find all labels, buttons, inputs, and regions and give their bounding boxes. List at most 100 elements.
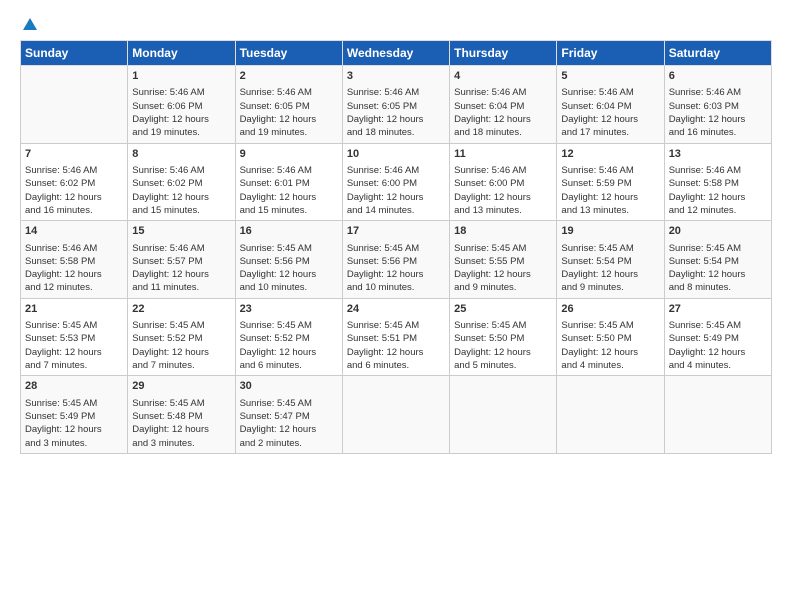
cell-line: Sunrise: 5:46 AM bbox=[669, 86, 767, 99]
calendar-cell: 24Sunrise: 5:45 AMSunset: 5:51 PMDayligh… bbox=[342, 298, 449, 376]
cell-line: Daylight: 12 hours bbox=[25, 268, 123, 281]
calendar-cell: 3Sunrise: 5:46 AMSunset: 6:05 PMDaylight… bbox=[342, 66, 449, 144]
cell-line: Sunset: 5:51 PM bbox=[347, 332, 445, 345]
cell-line: Sunrise: 5:46 AM bbox=[132, 164, 230, 177]
cell-line: Daylight: 12 hours bbox=[132, 346, 230, 359]
cell-line: Sunset: 5:55 PM bbox=[454, 255, 552, 268]
calendar-cell bbox=[557, 376, 664, 454]
cell-line: Daylight: 12 hours bbox=[561, 268, 659, 281]
cell-line: Daylight: 12 hours bbox=[25, 346, 123, 359]
calendar-cell: 1Sunrise: 5:46 AMSunset: 6:06 PMDaylight… bbox=[128, 66, 235, 144]
page: SundayMondayTuesdayWednesdayThursdayFrid… bbox=[0, 0, 792, 612]
cell-line: Sunset: 5:57 PM bbox=[132, 255, 230, 268]
calendar-cell: 15Sunrise: 5:46 AMSunset: 5:57 PMDayligh… bbox=[128, 221, 235, 299]
cell-line: Sunrise: 5:46 AM bbox=[454, 86, 552, 99]
cell-line: Daylight: 12 hours bbox=[132, 113, 230, 126]
header-cell-sunday: Sunday bbox=[21, 41, 128, 66]
cell-line: Sunrise: 5:45 AM bbox=[669, 319, 767, 332]
calendar-cell: 19Sunrise: 5:45 AMSunset: 5:54 PMDayligh… bbox=[557, 221, 664, 299]
week-row-1: 1Sunrise: 5:46 AMSunset: 6:06 PMDaylight… bbox=[21, 66, 772, 144]
cell-line: and 7 minutes. bbox=[25, 359, 123, 372]
calendar-cell: 25Sunrise: 5:45 AMSunset: 5:50 PMDayligh… bbox=[450, 298, 557, 376]
cell-line: Sunrise: 5:46 AM bbox=[25, 164, 123, 177]
cell-line: and 9 minutes. bbox=[561, 281, 659, 294]
cell-line: Sunset: 5:48 PM bbox=[132, 410, 230, 423]
day-number: 13 bbox=[669, 147, 767, 162]
cell-line: Sunset: 6:05 PM bbox=[347, 100, 445, 113]
cell-line: Sunrise: 5:46 AM bbox=[347, 86, 445, 99]
cell-line: and 16 minutes. bbox=[25, 204, 123, 217]
cell-line: and 18 minutes. bbox=[347, 126, 445, 139]
cell-line: Daylight: 12 hours bbox=[25, 423, 123, 436]
day-number: 21 bbox=[25, 302, 123, 317]
cell-line: Sunset: 5:49 PM bbox=[25, 410, 123, 423]
cell-line: Daylight: 12 hours bbox=[240, 113, 338, 126]
cell-line: Daylight: 12 hours bbox=[240, 268, 338, 281]
cell-line: Daylight: 12 hours bbox=[454, 191, 552, 204]
cell-line: and 15 minutes. bbox=[240, 204, 338, 217]
day-number: 10 bbox=[347, 147, 445, 162]
cell-line: Sunset: 6:00 PM bbox=[454, 177, 552, 190]
cell-line: Sunrise: 5:45 AM bbox=[347, 242, 445, 255]
cell-line: Sunset: 6:04 PM bbox=[561, 100, 659, 113]
cell-line: and 6 minutes. bbox=[347, 359, 445, 372]
cell-line: and 13 minutes. bbox=[561, 204, 659, 217]
cell-line: Sunset: 5:58 PM bbox=[669, 177, 767, 190]
cell-line: and 4 minutes. bbox=[669, 359, 767, 372]
calendar-cell: 8Sunrise: 5:46 AMSunset: 6:02 PMDaylight… bbox=[128, 143, 235, 221]
cell-line: Sunrise: 5:45 AM bbox=[240, 319, 338, 332]
week-row-4: 21Sunrise: 5:45 AMSunset: 5:53 PMDayligh… bbox=[21, 298, 772, 376]
day-number: 12 bbox=[561, 147, 659, 162]
day-number: 20 bbox=[669, 224, 767, 239]
cell-line: and 7 minutes. bbox=[132, 359, 230, 372]
cell-line: Sunrise: 5:46 AM bbox=[561, 164, 659, 177]
cell-line: and 3 minutes. bbox=[25, 437, 123, 450]
cell-line: Sunrise: 5:45 AM bbox=[240, 242, 338, 255]
cell-line: Sunrise: 5:46 AM bbox=[454, 164, 552, 177]
calendar-cell: 9Sunrise: 5:46 AMSunset: 6:01 PMDaylight… bbox=[235, 143, 342, 221]
cell-line: Sunrise: 5:45 AM bbox=[454, 242, 552, 255]
day-number: 28 bbox=[25, 379, 123, 394]
day-number: 6 bbox=[669, 69, 767, 84]
cell-line: and 19 minutes. bbox=[240, 126, 338, 139]
cell-line: Daylight: 12 hours bbox=[347, 346, 445, 359]
week-row-2: 7Sunrise: 5:46 AMSunset: 6:02 PMDaylight… bbox=[21, 143, 772, 221]
calendar-table: SundayMondayTuesdayWednesdayThursdayFrid… bbox=[20, 40, 772, 454]
day-number: 22 bbox=[132, 302, 230, 317]
day-number: 3 bbox=[347, 69, 445, 84]
cell-line: and 14 minutes. bbox=[347, 204, 445, 217]
cell-line: and 5 minutes. bbox=[454, 359, 552, 372]
calendar-cell bbox=[450, 376, 557, 454]
cell-line: Sunrise: 5:46 AM bbox=[561, 86, 659, 99]
cell-line: Daylight: 12 hours bbox=[454, 346, 552, 359]
day-number: 23 bbox=[240, 302, 338, 317]
cell-line: and 10 minutes. bbox=[347, 281, 445, 294]
cell-line: Daylight: 12 hours bbox=[240, 423, 338, 436]
cell-line: Daylight: 12 hours bbox=[669, 346, 767, 359]
cell-line: Sunset: 6:01 PM bbox=[240, 177, 338, 190]
logo-icon bbox=[21, 16, 39, 34]
day-number: 11 bbox=[454, 147, 552, 162]
cell-line: and 6 minutes. bbox=[240, 359, 338, 372]
cell-line: Sunset: 5:54 PM bbox=[561, 255, 659, 268]
day-number: 19 bbox=[561, 224, 659, 239]
cell-line: and 18 minutes. bbox=[454, 126, 552, 139]
header-row: SundayMondayTuesdayWednesdayThursdayFrid… bbox=[21, 41, 772, 66]
cell-line: Daylight: 12 hours bbox=[669, 191, 767, 204]
cell-line: Sunset: 5:47 PM bbox=[240, 410, 338, 423]
calendar-cell: 4Sunrise: 5:46 AMSunset: 6:04 PMDaylight… bbox=[450, 66, 557, 144]
cell-line: Sunrise: 5:46 AM bbox=[240, 164, 338, 177]
cell-line: and 12 minutes. bbox=[25, 281, 123, 294]
day-number: 17 bbox=[347, 224, 445, 239]
cell-line: Daylight: 12 hours bbox=[25, 191, 123, 204]
cell-line: and 11 minutes. bbox=[132, 281, 230, 294]
cell-line: Sunrise: 5:45 AM bbox=[25, 319, 123, 332]
cell-line: Sunset: 6:00 PM bbox=[347, 177, 445, 190]
calendar-cell: 22Sunrise: 5:45 AMSunset: 5:52 PMDayligh… bbox=[128, 298, 235, 376]
cell-line: Sunrise: 5:45 AM bbox=[347, 319, 445, 332]
calendar-cell: 28Sunrise: 5:45 AMSunset: 5:49 PMDayligh… bbox=[21, 376, 128, 454]
cell-line: Sunset: 5:53 PM bbox=[25, 332, 123, 345]
week-row-5: 28Sunrise: 5:45 AMSunset: 5:49 PMDayligh… bbox=[21, 376, 772, 454]
calendar-cell: 5Sunrise: 5:46 AMSunset: 6:04 PMDaylight… bbox=[557, 66, 664, 144]
cell-line: Sunset: 5:50 PM bbox=[454, 332, 552, 345]
